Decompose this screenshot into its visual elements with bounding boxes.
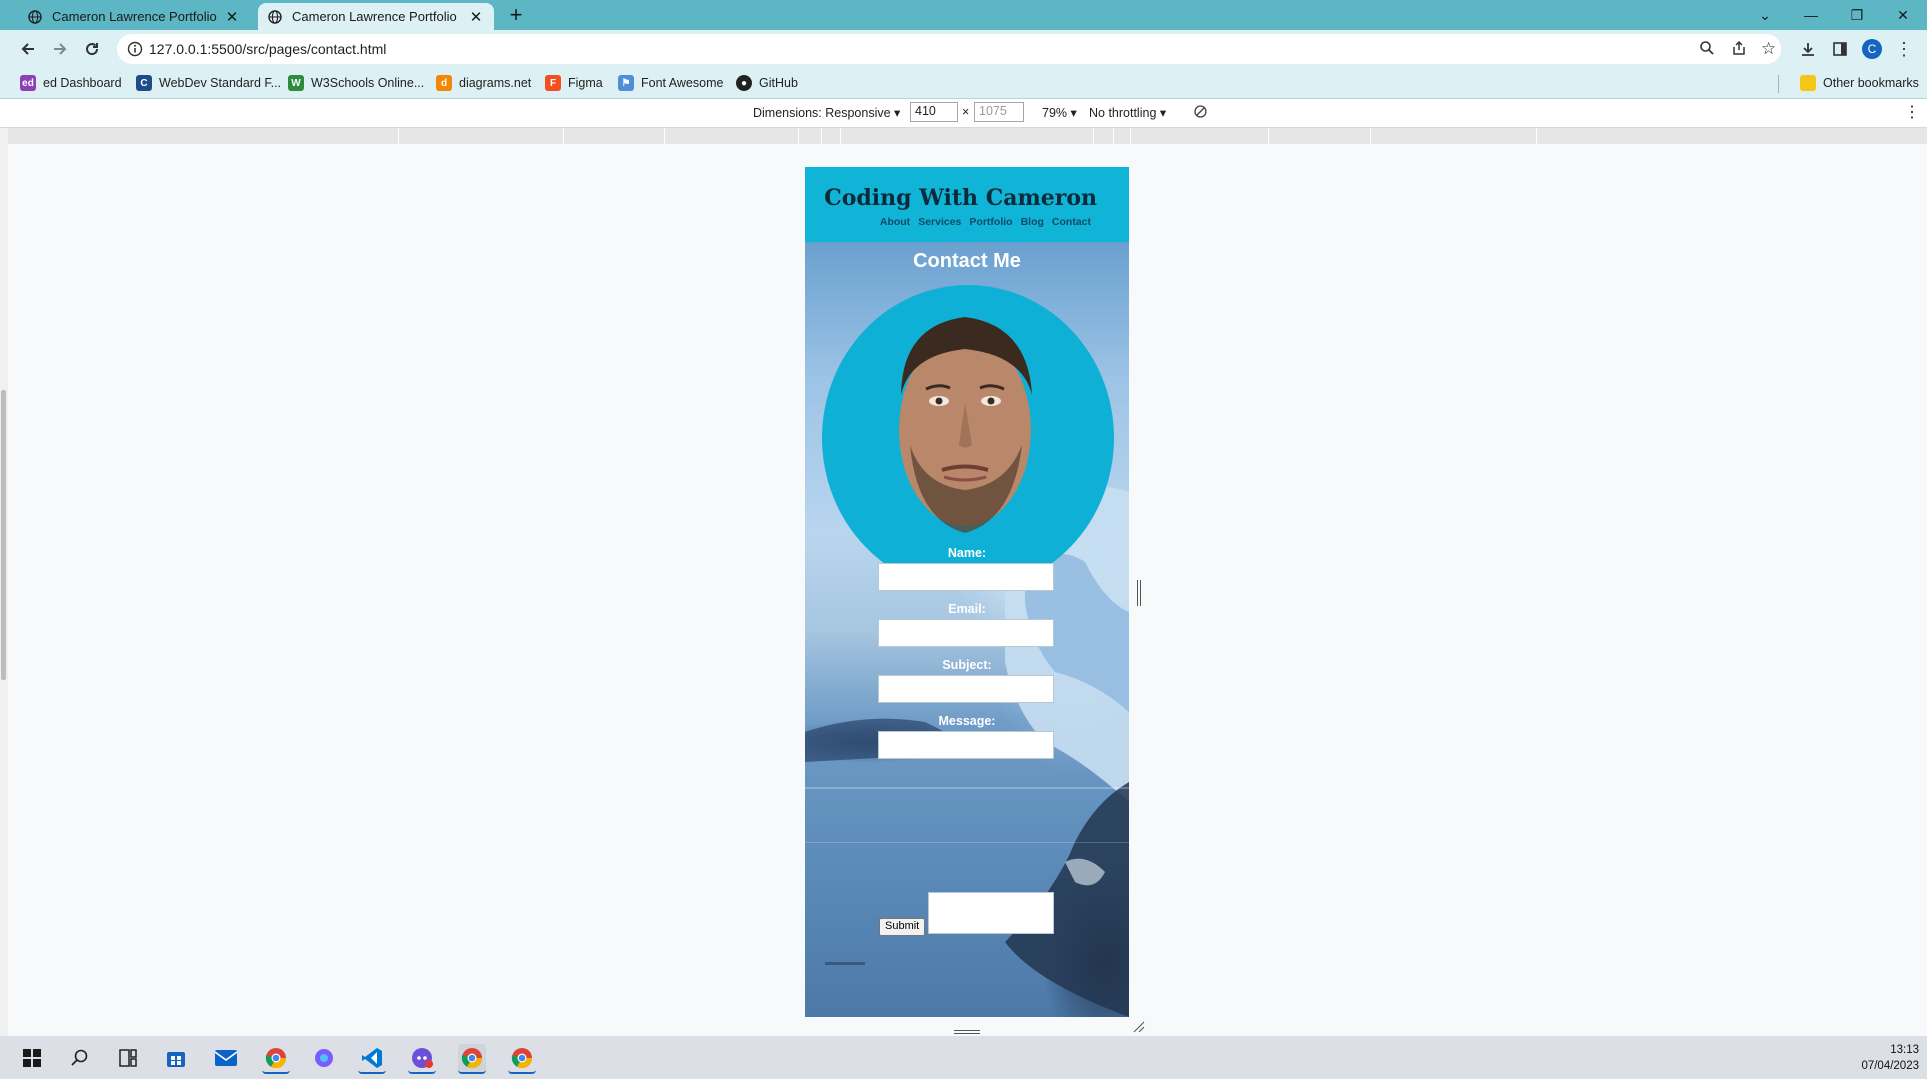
corner-resize-handle[interactable]	[1132, 1020, 1146, 1034]
globe-icon	[268, 9, 282, 24]
site-nav: About Services Portfolio Blog Contact	[880, 216, 1091, 228]
vscode-icon[interactable]	[358, 1044, 386, 1074]
close-window-button[interactable]: ✕	[1880, 0, 1926, 30]
bookmark-w3schools[interactable]: W W3Schools Online...	[288, 73, 424, 93]
device-height-input[interactable]: 1075	[974, 102, 1024, 122]
tab-title: Cameron Lawrence Portfolio	[292, 9, 457, 24]
ed-icon: ed	[20, 75, 36, 91]
mail-icon[interactable]	[212, 1044, 240, 1072]
nav-portfolio[interactable]: Portfolio	[969, 216, 1012, 228]
browser-toolbar: 127.0.0.1:5500/src/pages/contact.html ☆ …	[0, 30, 1927, 68]
discord-icon[interactable]	[408, 1044, 436, 1074]
zoom-icon[interactable]	[1699, 40, 1715, 59]
tab-title: Cameron Lawrence Portfolio	[52, 9, 217, 24]
email-field[interactable]	[878, 619, 1054, 647]
dimension-separator: ×	[962, 105, 970, 119]
message-textarea[interactable]	[928, 892, 1054, 934]
bookmark-star-icon[interactable]: ☆	[1761, 39, 1776, 59]
subject-label: Subject:	[942, 658, 992, 672]
site-title: Coding With Cameron	[824, 185, 1097, 211]
dimensions-dropdown[interactable]: Dimensions: Responsive ▾	[753, 105, 900, 120]
share-icon[interactable]	[1731, 40, 1747, 59]
bookmark-ed-dashboard[interactable]: ed ed Dashboard	[20, 73, 122, 93]
font-awesome-icon: ⚑	[618, 75, 634, 91]
bookmark-diagrams[interactable]: d diagrams.net	[436, 73, 531, 93]
browser-tab[interactable]: Cameron Lawrence Portfolio ✕	[18, 3, 250, 30]
reload-icon[interactable]	[80, 37, 104, 61]
bookmark-font-awesome[interactable]: ⚑ Font Awesome	[618, 73, 723, 93]
chrome-icon[interactable]	[262, 1044, 290, 1074]
close-tab-icon[interactable]: ✕	[224, 8, 240, 26]
browser-tab-active[interactable]: Cameron Lawrence Portfolio ✕	[258, 3, 494, 30]
folder-icon	[1800, 75, 1816, 91]
diagrams-icon: d	[436, 75, 452, 91]
bookmark-webdev[interactable]: C WebDev Standard F...	[136, 73, 281, 93]
media-query-bar[interactable]	[8, 128, 1927, 144]
address-bar[interactable]: 127.0.0.1:5500/src/pages/contact.html ☆	[117, 34, 1781, 64]
bookmark-github[interactable]: ● GitHub	[736, 73, 798, 93]
bookmark-figma[interactable]: F Figma	[545, 73, 603, 93]
name-label: Name:	[947, 546, 987, 560]
device-viewport: Coding With Cameron About Services Portf…	[805, 167, 1129, 1017]
nav-contact[interactable]: Contact	[1052, 216, 1091, 228]
nav-about[interactable]: About	[880, 216, 910, 228]
globe-icon	[28, 9, 42, 24]
tab-search-chevron-icon[interactable]: ⌄	[1742, 0, 1788, 30]
url-text: 127.0.0.1:5500/src/pages/contact.html	[149, 41, 387, 57]
new-tab-button[interactable]: +	[504, 4, 528, 28]
figma-icon: F	[545, 75, 561, 91]
message-label: Message:	[938, 714, 996, 728]
start-icon[interactable]	[18, 1044, 46, 1072]
submit-button[interactable]: Submit	[879, 918, 926, 936]
system-clock[interactable]: 13:13 07/04/2023	[1861, 1042, 1919, 1074]
taskbar: 13:13 07/04/2023	[0, 1036, 1927, 1079]
site-header: Coding With Cameron About Services Portf…	[805, 167, 1129, 242]
contact-heading: Contact Me	[913, 250, 1021, 272]
profile-avatar[interactable]: C	[1860, 37, 1884, 61]
restore-button[interactable]: ❐	[1834, 0, 1880, 30]
browser-menu-icon[interactable]: ⋮	[1892, 37, 1916, 61]
webdev-icon: C	[136, 75, 152, 91]
forward-arrow-icon[interactable]	[48, 37, 72, 61]
download-icon[interactable]	[1796, 37, 1820, 61]
other-bookmarks[interactable]: Other bookmarks	[1800, 73, 1919, 93]
throttling-dropdown[interactable]: No throttling ▾	[1089, 105, 1166, 120]
chrome-icon[interactable]	[508, 1044, 536, 1074]
page-scrollbar[interactable]	[1, 390, 6, 680]
site-info-icon[interactable]	[127, 41, 143, 60]
search-icon[interactable]	[66, 1044, 94, 1072]
contact-section: Contact Me Name: Email: Subject: Message…	[805, 242, 1129, 1017]
clock-date: 07/04/2023	[1861, 1060, 1919, 1072]
name-field[interactable]	[878, 563, 1054, 591]
right-resize-handle[interactable]	[1136, 580, 1142, 606]
nav-services[interactable]: Services	[918, 216, 961, 228]
message-field[interactable]	[878, 731, 1054, 759]
chrome-icon[interactable]	[458, 1044, 486, 1074]
close-tab-icon[interactable]: ✕	[468, 8, 484, 26]
device-width-input[interactable]: 410	[910, 102, 958, 122]
bottom-resize-handle[interactable]	[954, 1023, 980, 1034]
side-panel-icon[interactable]	[1828, 37, 1852, 61]
bookmarks-bar: ed ed Dashboard C WebDev Standard F... W…	[0, 68, 1927, 99]
task-view-icon[interactable]	[114, 1044, 142, 1072]
device-options-icon[interactable]: ⋮	[1904, 102, 1920, 122]
subject-field[interactable]	[878, 675, 1054, 703]
w3schools-icon: W	[288, 75, 304, 91]
device-toolbar: Dimensions: Responsive ▾ 410 × 1075 79% …	[0, 99, 1927, 128]
store-icon[interactable]	[162, 1044, 190, 1072]
copilot-icon[interactable]	[310, 1044, 338, 1072]
zoom-dropdown[interactable]: 79% ▾	[1042, 105, 1077, 120]
email-label: Email:	[948, 602, 986, 616]
browser-tab-strip: Cameron Lawrence Portfolio ✕ Cameron Law…	[0, 0, 1927, 30]
bookmark-divider	[1778, 75, 1779, 93]
clock-time: 13:13	[1890, 1044, 1919, 1056]
back-arrow-icon[interactable]	[16, 37, 40, 61]
rotate-icon[interactable]	[1193, 104, 1208, 122]
github-icon: ●	[736, 75, 752, 91]
minimize-button[interactable]: —	[1788, 0, 1834, 30]
nav-blog[interactable]: Blog	[1021, 216, 1044, 228]
